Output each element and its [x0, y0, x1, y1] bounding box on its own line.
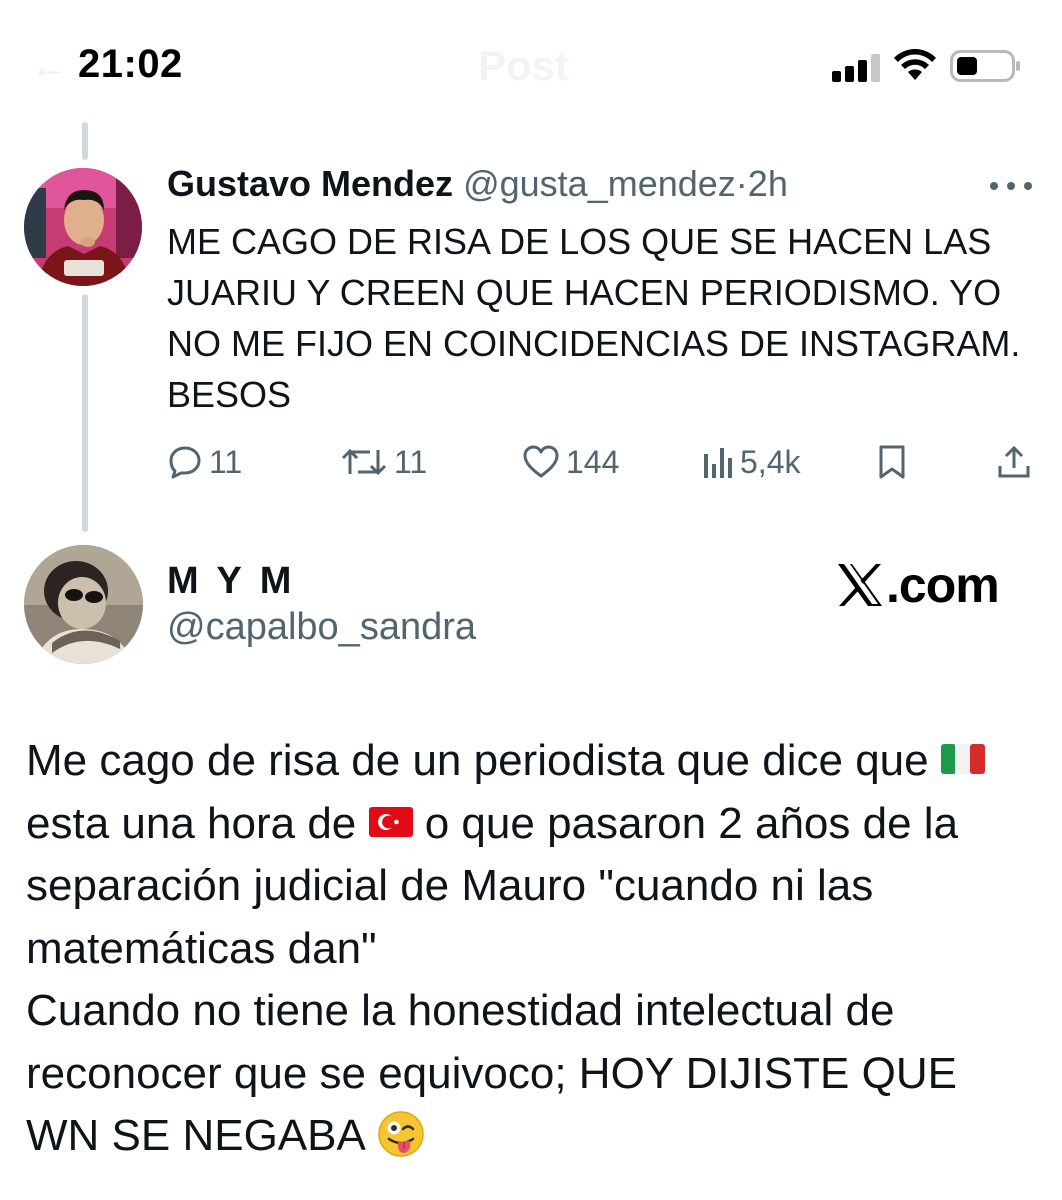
reply-count: 11 [209, 443, 243, 480]
tweet-line-text: Me cago de risa de un periodista que dic… [26, 736, 929, 785]
back-arrow-icon[interactable]: ← [30, 44, 70, 89]
tweet-text: ME CAGO DE RISA DE LOS QUE SE HACEN LAS … [167, 221, 1021, 415]
tweet-line: reconocer que se equivoco; HOY DIJISTE Q… [26, 1048, 957, 1098]
tweet-line-text: o que pasaron 2 años de la [424, 798, 959, 848]
tweet-line: WN SE NEGABA [26, 1105, 1036, 1168]
x-logo-watermark: .com [836, 557, 1000, 613]
wifi-icon [894, 49, 936, 80]
bookmark-button[interactable] [876, 442, 908, 482]
cellular-signal-icon [832, 52, 882, 82]
tweet-time[interactable]: 2h [748, 163, 788, 204]
tweet-line-text: esta una hora de [26, 798, 357, 848]
repost-count: 11 [394, 443, 428, 480]
thread-line [82, 122, 88, 160]
tweet-header: Gustavo Mendez @gusta_mendez·2h [167, 163, 788, 205]
share-icon [998, 445, 1030, 478]
repost-button[interactable]: 11 [340, 442, 427, 482]
share-button[interactable] [996, 442, 1032, 482]
tweet-line: separación judicial de Mauro "cuando ni … [26, 861, 874, 910]
avatar[interactable] [24, 168, 142, 286]
watermark-text: .com [886, 557, 1000, 613]
like-button[interactable]: 144 [522, 442, 619, 482]
tweet-line: matemáticas dan" [26, 923, 377, 973]
italy-flag-emoji [940, 744, 985, 775]
views-chart-icon [704, 448, 732, 478]
bookmark-icon [879, 445, 905, 479]
reply-button[interactable]: 11 [167, 442, 242, 482]
x-logo-icon [838, 564, 882, 606]
like-count: 144 [566, 443, 620, 480]
tweet-line: Me cago de risa de un periodista que dic… [26, 730, 1036, 793]
repost-icon [341, 448, 387, 476]
page-title: Post [478, 42, 570, 89]
tweet-text: Me cago de risa de un periodista que dic… [26, 730, 1036, 1168]
thread-line [82, 294, 88, 532]
avatar[interactable] [24, 545, 143, 664]
author-handle[interactable]: @capalbo_sandra [167, 606, 476, 649]
tweet-line: Cuando no tiene la honestidad intelectua… [26, 986, 895, 1035]
author-name[interactable]: Gustavo Mendez [167, 163, 453, 204]
battery-low-icon [950, 50, 1020, 82]
heart-icon [523, 445, 559, 478]
author-handle[interactable]: @gusta_mendez [463, 163, 736, 204]
winking-face-with-tongue-emoji [377, 1111, 424, 1158]
turkey-flag-emoji [368, 806, 413, 837]
author-name[interactable]: M Y M [167, 560, 295, 603]
more-horizontal-icon[interactable] [988, 178, 1034, 194]
tweet-line-text: WN SE NEGABA [26, 1111, 364, 1160]
tweet-line: esta una hora de o que pasaron 2 años de… [26, 793, 1036, 856]
status-time: 21:02 [78, 42, 183, 86]
separator-dot: · [735, 163, 748, 204]
reply-icon [169, 446, 201, 479]
status-bar: ← 21:02 Post [0, 0, 1062, 130]
views-count: 5,4k [740, 443, 801, 480]
views-button[interactable]: 5,4k [702, 442, 800, 482]
